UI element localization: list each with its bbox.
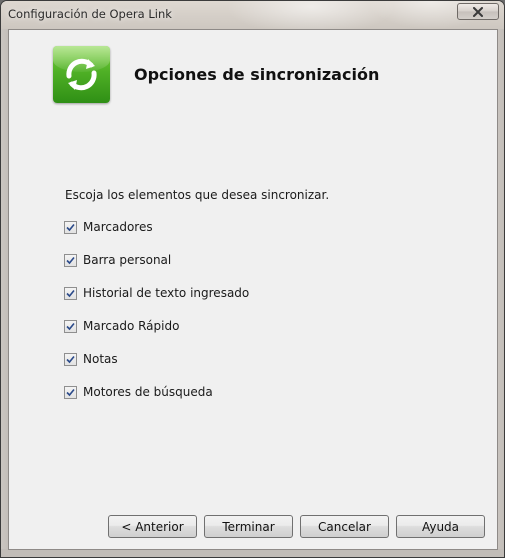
checkbox-label[interactable]: Motores de búsqueda: [83, 385, 213, 400]
dialog-window: Configuración de Opera Link Opciones de …: [0, 0, 505, 558]
checkbox[interactable]: [64, 287, 77, 300]
checkbox-historial-texto[interactable]: Historial de texto ingresado: [64, 286, 249, 319]
window-title: Configuración de Opera Link: [8, 7, 172, 21]
checkbox-marcado-rapido[interactable]: Marcado Rápido: [64, 319, 249, 352]
checkmark-icon: [66, 256, 75, 265]
wizard-header: Opciones de sincronización: [9, 30, 497, 180]
window-frame-bottom: [1, 549, 504, 557]
close-button[interactable]: [457, 3, 499, 20]
title-bar[interactable]: Configuración de Opera Link: [1, 1, 504, 29]
checkbox-label[interactable]: Marcadores: [83, 220, 153, 235]
close-icon: [473, 6, 483, 17]
checkbox-label[interactable]: Notas: [83, 352, 118, 367]
checkbox-barra-personal[interactable]: Barra personal: [64, 253, 249, 286]
checkbox[interactable]: [64, 386, 77, 399]
sync-icon: [53, 46, 110, 103]
checkbox-label[interactable]: Barra personal: [83, 253, 171, 268]
checkmark-icon: [66, 388, 75, 397]
instructions-text: Escoja los elementos que desea sincroniz…: [65, 188, 330, 202]
help-button[interactable]: Ayuda: [396, 515, 485, 538]
checkbox-marcadores[interactable]: Marcadores: [64, 220, 249, 253]
finish-button[interactable]: Terminar: [204, 515, 293, 538]
checkmark-icon: [66, 355, 75, 364]
dialog-content: Opciones de sincronización Escoja los el…: [8, 29, 498, 550]
checkbox[interactable]: [64, 254, 77, 267]
checkbox-label[interactable]: Historial de texto ingresado: [83, 286, 249, 301]
checkbox[interactable]: [64, 221, 77, 234]
back-button[interactable]: < Anterior: [108, 515, 197, 538]
checkbox-label[interactable]: Marcado Rápido: [83, 319, 179, 334]
page-title: Opciones de sincronización: [134, 65, 380, 84]
checkbox-notas[interactable]: Notas: [64, 352, 249, 385]
checkbox-motores-busqueda[interactable]: Motores de búsqueda: [64, 385, 249, 418]
sync-options-list: Marcadores Barra personal Historial de t…: [64, 220, 249, 418]
checkmark-icon: [66, 223, 75, 232]
cancel-button[interactable]: Cancelar: [300, 515, 389, 538]
checkmark-icon: [66, 322, 75, 331]
checkbox[interactable]: [64, 353, 77, 366]
checkmark-icon: [66, 289, 75, 298]
checkbox[interactable]: [64, 320, 77, 333]
